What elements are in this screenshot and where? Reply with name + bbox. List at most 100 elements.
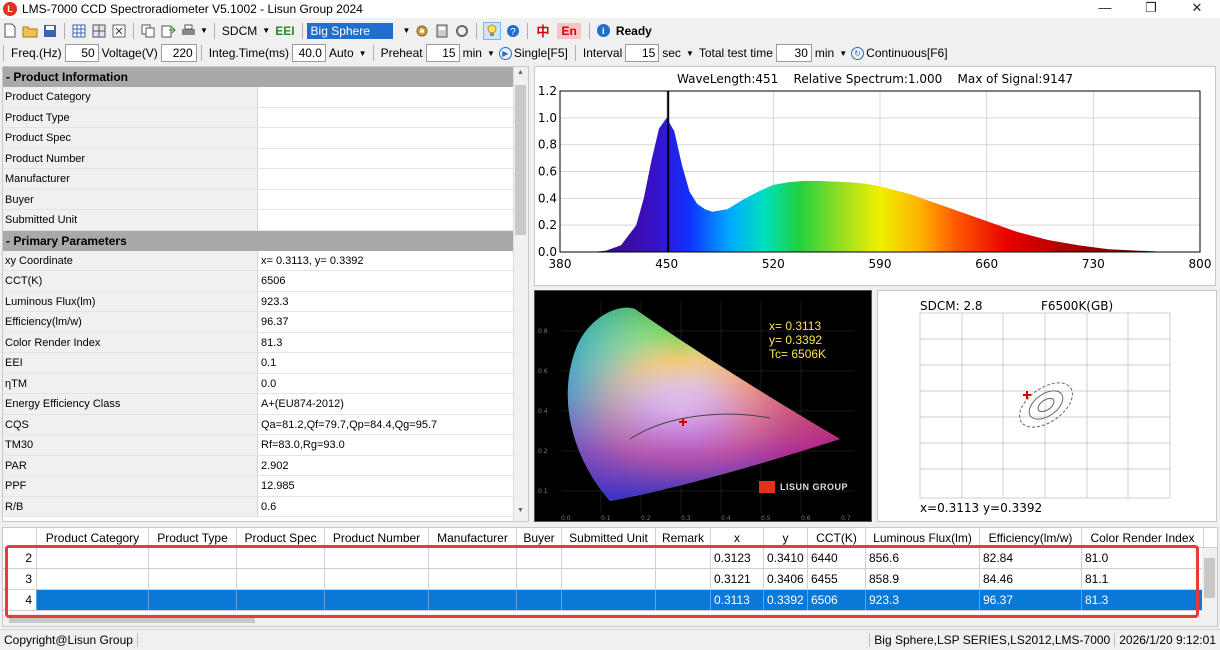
- column-header[interactable]: x: [711, 528, 764, 547]
- grid-icon[interactable]: [91, 23, 107, 39]
- table-cell[interactable]: [237, 569, 325, 589]
- auto-button[interactable]: Auto: [329, 46, 354, 60]
- property-row[interactable]: Product Category: [3, 87, 528, 108]
- property-row[interactable]: CQS Qa=81.2,Qf=79.7,Qp=84.4,Qg=95.7: [3, 414, 528, 435]
- scroll-up-icon[interactable]: ▲: [515, 69, 526, 81]
- table-row[interactable]: 3 0.3121 0.3406 6455 858.9 84.46 81.1: [3, 569, 1217, 590]
- spectrum-chart[interactable]: 380 450 520 590 660 730 800 0.0 0.2 0.4 0.6 0.8 1.0…: [535, 67, 1217, 287]
- table-cell[interactable]: [656, 548, 711, 568]
- table-cell[interactable]: [517, 548, 562, 568]
- column-header[interactable]: CCT(K): [808, 528, 866, 547]
- property-value[interactable]: 96.37: [258, 312, 528, 332]
- property-value[interactable]: 6506: [258, 271, 528, 291]
- property-grid-scrollbar[interactable]: ▲ ▼: [513, 67, 528, 521]
- table-row[interactable]: 4 0.3113 0.3392 6506 923.3 96.37 81.3: [3, 590, 1217, 611]
- continuous-test-button[interactable]: Continuous[F6]: [866, 46, 947, 60]
- table-cell[interactable]: 0.3392: [764, 590, 808, 610]
- table-cell[interactable]: 96.37: [980, 590, 1082, 610]
- property-value[interactable]: [258, 169, 528, 189]
- minimize-button[interactable]: —: [1082, 0, 1128, 18]
- table-cell[interactable]: [517, 590, 562, 610]
- property-value[interactable]: Qa=81.2,Qf=79.7,Qp=84.4,Qg=95.7: [258, 415, 528, 435]
- copy-icon[interactable]: [140, 23, 156, 39]
- property-value[interactable]: A+(EU874-2012): [258, 394, 528, 414]
- column-header[interactable]: Buyer: [517, 528, 562, 547]
- property-row[interactable]: xy Coordinate x= 0.3113, y= 0.3392: [3, 250, 528, 271]
- column-header[interactable]: Luminous Flux(lm): [866, 528, 980, 547]
- new-file-icon[interactable]: [2, 23, 18, 39]
- table-cell[interactable]: 82.84: [980, 548, 1082, 568]
- table-cell[interactable]: [37, 569, 149, 589]
- eei-button[interactable]: EEI: [275, 24, 294, 38]
- row-header-corner[interactable]: [3, 528, 37, 547]
- column-header[interactable]: Color Render Index: [1082, 528, 1204, 547]
- freq-input[interactable]: 50: [64, 44, 99, 62]
- property-row[interactable]: Product Spec: [3, 128, 528, 149]
- property-value[interactable]: 12.985: [258, 476, 528, 496]
- preheat-input[interactable]: 15: [425, 44, 460, 62]
- table-cell[interactable]: 0.3123: [711, 548, 764, 568]
- table-cell[interactable]: [656, 590, 711, 610]
- property-row[interactable]: PPF 12.985: [3, 476, 528, 497]
- single-test-button[interactable]: Single[F5]: [514, 46, 568, 60]
- table-cell[interactable]: 81.1: [1082, 569, 1204, 589]
- table-cell[interactable]: 81.3: [1082, 590, 1204, 610]
- property-value[interactable]: Rf=83.0,Rg=93.0: [258, 435, 528, 455]
- table-cell[interactable]: 923.3: [866, 590, 980, 610]
- property-row[interactable]: CCT(K) 6506: [3, 271, 528, 292]
- sphere-select[interactable]: Big Sphere: [306, 22, 393, 39]
- table-cell[interactable]: [562, 548, 656, 568]
- settings-gear-icon[interactable]: [414, 23, 430, 39]
- restore-button[interactable]: ❐: [1128, 0, 1174, 18]
- property-value[interactable]: [258, 210, 528, 230]
- help-icon[interactable]: ?: [505, 23, 521, 39]
- table-horizontal-scrollbar[interactable]: [3, 614, 1217, 626]
- property-value[interactable]: [258, 128, 528, 148]
- table-vertical-scrollbar[interactable]: [1202, 548, 1217, 616]
- calculator-icon[interactable]: [434, 23, 450, 39]
- print-icon[interactable]: [180, 23, 196, 39]
- voltage-input[interactable]: 220: [160, 44, 197, 62]
- table-cell[interactable]: [325, 590, 429, 610]
- play-icon[interactable]: ▶: [498, 46, 512, 60]
- table-cell[interactable]: 0.3121: [711, 569, 764, 589]
- property-row[interactable]: R/B 0.6: [3, 496, 528, 517]
- total-unit-button[interactable]: min: [815, 46, 834, 60]
- lightbulb-icon[interactable]: [483, 21, 502, 40]
- property-value[interactable]: 0.1: [258, 353, 528, 373]
- table-row[interactable]: 2 0.3123 0.3410 6440 856.6 82.84 81.0: [3, 548, 1217, 569]
- scrollbar-thumb[interactable]: [515, 85, 526, 235]
- close-button[interactable]: ✕: [1174, 0, 1220, 18]
- property-row[interactable]: PAR 2.902: [3, 455, 528, 476]
- table-cell[interactable]: 858.9: [866, 569, 980, 589]
- table-cell[interactable]: [429, 548, 517, 568]
- scrollbar-thumb[interactable]: [1204, 558, 1215, 598]
- table-cell[interactable]: [237, 548, 325, 568]
- print-dropdown-icon[interactable]: ▼: [200, 26, 208, 35]
- property-value[interactable]: 2.902: [258, 456, 528, 476]
- table-cell[interactable]: [517, 569, 562, 589]
- property-row[interactable]: Energy Efficiency Class A+(EU874-2012): [3, 394, 528, 415]
- table-cell[interactable]: 0.3406: [764, 569, 808, 589]
- column-header[interactable]: y: [764, 528, 808, 547]
- column-header[interactable]: Submitted Unit: [562, 528, 656, 547]
- total-unit-dropdown-icon[interactable]: ▼: [839, 49, 847, 58]
- table-icon[interactable]: [71, 23, 87, 39]
- product-info-header[interactable]: - Product Information: [3, 67, 528, 87]
- property-row[interactable]: Color Render Index 81.3: [3, 332, 528, 353]
- interval-unit-button[interactable]: sec: [662, 46, 681, 60]
- table-cell[interactable]: [429, 590, 517, 610]
- property-value[interactable]: 0.6: [258, 497, 528, 517]
- table-cell[interactable]: [325, 569, 429, 589]
- column-header[interactable]: Manufacturer: [429, 528, 517, 547]
- table-cell[interactable]: 84.46: [980, 569, 1082, 589]
- scrollbar-thumb[interactable]: [9, 617, 255, 623]
- primary-params-header[interactable]: - Primary Parameters: [3, 230, 528, 251]
- preheat-unit-button[interactable]: min: [463, 46, 482, 60]
- export-icon[interactable]: [160, 23, 176, 39]
- row-number[interactable]: 4: [3, 590, 37, 610]
- open-folder-icon[interactable]: [22, 23, 38, 39]
- property-row[interactable]: Product Number: [3, 148, 528, 169]
- property-row[interactable]: Submitted Unit: [3, 210, 528, 231]
- table-cell[interactable]: 6506: [808, 590, 866, 610]
